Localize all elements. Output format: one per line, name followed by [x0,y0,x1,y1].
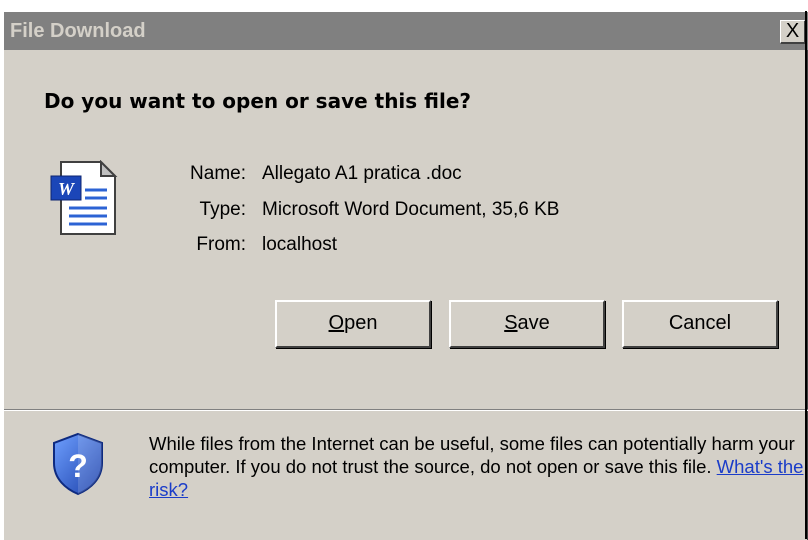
warning-text: While files from the Internet can be use… [149,433,795,477]
open-button[interactable]: Open [275,300,431,348]
save-accelerator: S [504,312,518,334]
open-label-rest: pen [344,312,378,334]
security-warning: While files from the Internet can be use… [149,432,804,501]
file-from-value: localhost [262,234,337,255]
file-type-value: Microsoft Word Document, 35,6 KB [262,199,560,220]
close-button[interactable]: X [780,20,806,44]
type-label: Type: [199,199,246,220]
from-label: From: [196,234,246,255]
open-accelerator: O [328,312,345,334]
word-document-icon: W [50,160,118,235]
dialog-question: Do you want to open or save this file? [44,89,472,113]
save-label-rest: ave [517,312,550,334]
save-button[interactable]: Save [449,300,605,348]
window-border [805,11,807,539]
separator-highlight [4,410,808,411]
name-label: Name: [190,163,246,184]
cancel-button[interactable]: Cancel [622,300,778,348]
svg-text:W: W [58,179,76,199]
file-name-value: Allegato A1 pratica .doc [262,163,462,184]
shield-question-icon: ? [53,432,103,496]
title-bar[interactable]: File Download X [4,12,808,50]
file-download-dialog: File Download X Do you want to open or s… [3,11,808,540]
window-title: File Download [10,20,146,42]
svg-text:?: ? [68,448,88,484]
